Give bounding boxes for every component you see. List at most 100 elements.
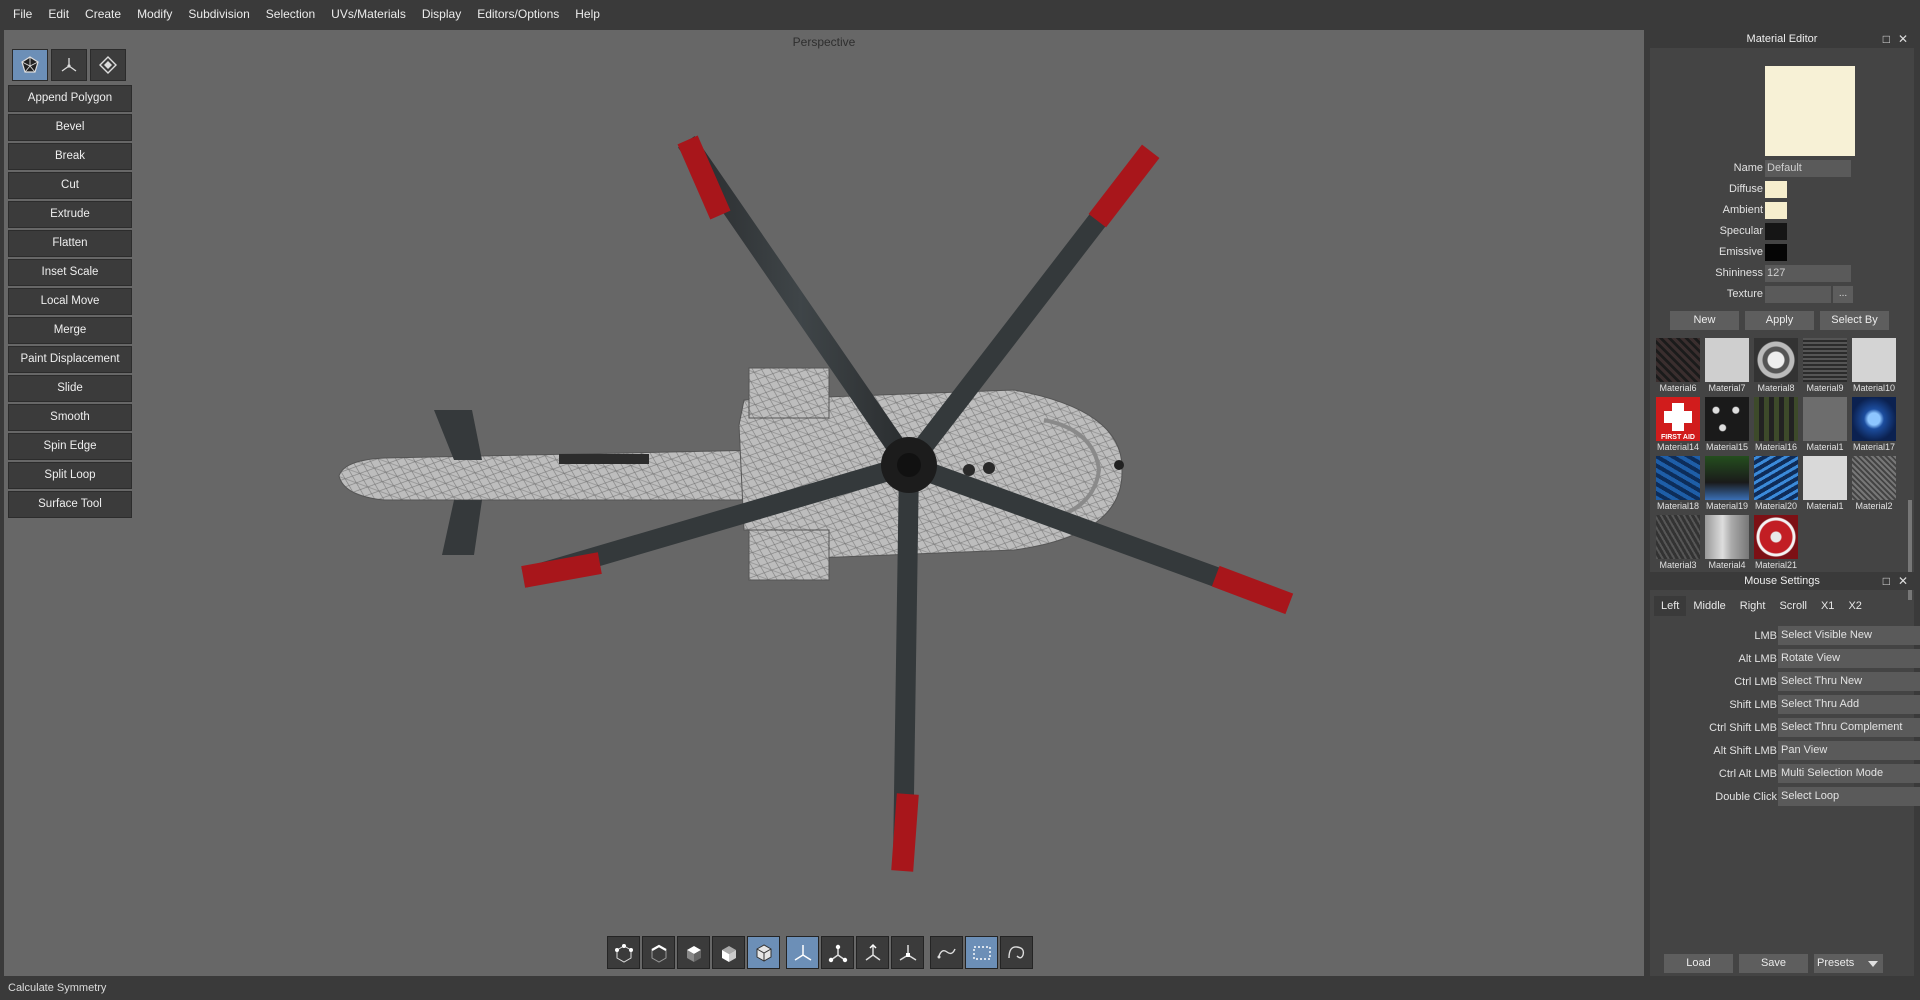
close-icon[interactable]: ✕ xyxy=(1898,572,1908,590)
flatten-button[interactable]: Flatten xyxy=(8,230,132,257)
material-name: Material14 xyxy=(1656,442,1700,452)
mouse-setting-select[interactable]: Pan View xyxy=(1778,741,1920,760)
menu-display[interactable]: Display xyxy=(414,0,469,28)
maximize-icon[interactable]: □ xyxy=(1883,572,1890,590)
local-move-button[interactable]: Local Move xyxy=(8,288,132,315)
menu-modify[interactable]: Modify xyxy=(129,0,180,28)
rotate-axis-icon xyxy=(828,944,847,962)
texture-field[interactable] xyxy=(1765,286,1831,303)
transform-translate-button[interactable] xyxy=(786,936,819,969)
maximize-icon[interactable]: □ xyxy=(1883,30,1890,48)
emissive-color-swatch[interactable] xyxy=(1765,244,1787,261)
material-editor-header: Material Editor □ ✕ xyxy=(1650,30,1914,48)
save-button[interactable]: Save xyxy=(1739,954,1808,973)
smooth-button[interactable]: Smooth xyxy=(8,404,132,431)
transform-rotate-button[interactable] xyxy=(821,936,854,969)
paint-displacement-button[interactable]: Paint Displacement xyxy=(8,346,132,373)
spin-edge-button[interactable]: Spin Edge xyxy=(8,433,132,460)
tab-middle[interactable]: Middle xyxy=(1686,596,1732,616)
material-thumb[interactable]: Material3 xyxy=(1654,515,1702,572)
menu-uvs-materials[interactable]: UVs/Materials xyxy=(323,0,414,28)
perspective-viewport[interactable]: Perspective Append Polygon Bevel Break C… xyxy=(4,30,1644,976)
material-thumb[interactable]: Material7 xyxy=(1703,338,1751,395)
cut-button[interactable]: Cut xyxy=(8,172,132,199)
material-thumb[interactable]: Material20 xyxy=(1752,456,1800,513)
tab-x1[interactable]: X1 xyxy=(1814,596,1841,616)
name-field[interactable]: Default xyxy=(1765,160,1851,177)
uv-mode-button[interactable] xyxy=(90,49,126,81)
select-by-material-button[interactable]: Select By xyxy=(1820,311,1889,330)
mouse-setting-select[interactable]: Select Visible New xyxy=(1778,626,1920,645)
select-face-button[interactable] xyxy=(677,936,710,969)
paint-select-button[interactable] xyxy=(1000,936,1033,969)
mouse-setting-select[interactable]: Select Thru New xyxy=(1778,672,1920,691)
lasso-select-button[interactable] xyxy=(930,936,963,969)
object-mode-button[interactable] xyxy=(12,49,48,81)
select-edge-button[interactable] xyxy=(642,936,675,969)
menu-subdivision[interactable]: Subdivision xyxy=(180,0,257,28)
shininess-field[interactable]: 127 xyxy=(1765,265,1851,282)
mouse-setting-row: Ctrl Alt LMB Multi Selection Mode xyxy=(1650,764,1920,784)
material-thumb[interactable]: Material4 xyxy=(1703,515,1751,572)
material-thumb[interactable]: Material1 xyxy=(1801,456,1849,513)
new-material-button[interactable]: New xyxy=(1670,311,1739,330)
material-thumb[interactable]: Material17 xyxy=(1850,397,1898,454)
material-thumb[interactable]: Material18 xyxy=(1654,456,1702,513)
material-thumb[interactable]: Material8 xyxy=(1752,338,1800,395)
tab-x2[interactable]: X2 xyxy=(1841,596,1868,616)
append-polygon-button[interactable]: Append Polygon xyxy=(8,85,132,112)
mouse-setting-select[interactable]: Rotate View xyxy=(1778,649,1920,668)
mouse-setting-label: Alt Shift LMB xyxy=(1713,745,1777,757)
edge-select-icon xyxy=(650,944,667,963)
split-loop-button[interactable]: Split Loop xyxy=(8,462,132,489)
surface-tool-button[interactable]: Surface Tool xyxy=(8,491,132,518)
material-thumb[interactable]: Material21 xyxy=(1752,515,1800,572)
extrude-button[interactable]: Extrude xyxy=(8,201,132,228)
tab-left[interactable]: Left xyxy=(1654,596,1687,616)
select-object-button[interactable] xyxy=(712,936,745,969)
mouse-setting-select[interactable]: Select Thru Add xyxy=(1778,695,1920,714)
material-thumb[interactable]: Material2 xyxy=(1850,456,1898,513)
vertex-mode-button[interactable] xyxy=(51,49,87,81)
menu-help[interactable]: Help xyxy=(567,0,608,28)
material-thumb[interactable]: FIRST AID Material14 xyxy=(1654,397,1702,454)
presets-dropdown[interactable]: Presets xyxy=(1814,954,1883,973)
specular-color-swatch[interactable] xyxy=(1765,223,1787,240)
material-thumb[interactable]: Material19 xyxy=(1703,456,1751,513)
transform-scale-button[interactable] xyxy=(856,936,889,969)
material-thumb[interactable]: Material9 xyxy=(1801,338,1849,395)
select-vertex-button[interactable] xyxy=(607,936,640,969)
load-button[interactable]: Load xyxy=(1664,954,1733,973)
mouse-setting-select[interactable]: Multi Selection Mode xyxy=(1778,764,1920,783)
break-button[interactable]: Break xyxy=(8,143,132,170)
select-solid-button[interactable] xyxy=(747,936,780,969)
diffuse-color-swatch[interactable] xyxy=(1765,181,1787,198)
inset-scale-button[interactable]: Inset Scale xyxy=(8,259,132,286)
tab-right[interactable]: Right xyxy=(1733,596,1773,616)
texture-browse-button[interactable]: ... xyxy=(1833,286,1853,303)
material-thumb[interactable]: Material6 xyxy=(1654,338,1702,395)
material-thumb[interactable]: Material1 xyxy=(1801,397,1849,454)
mouse-setting-select[interactable]: Select Loop xyxy=(1778,787,1920,806)
mouse-setting-select[interactable]: Select Thru Complement xyxy=(1778,718,1920,737)
merge-button[interactable]: Merge xyxy=(8,317,132,344)
close-icon[interactable]: ✕ xyxy=(1898,30,1908,48)
rect-select-button[interactable] xyxy=(965,936,998,969)
material-thumb[interactable]: Material10 xyxy=(1850,338,1898,395)
menu-selection[interactable]: Selection xyxy=(258,0,323,28)
ambient-color-swatch[interactable] xyxy=(1765,202,1787,219)
material-thumb[interactable]: Material15 xyxy=(1703,397,1751,454)
material-preview-swatch xyxy=(1765,66,1855,156)
material-preview xyxy=(1705,397,1749,441)
apply-material-button[interactable]: Apply xyxy=(1745,311,1814,330)
menu-file[interactable]: File xyxy=(0,0,40,28)
tab-scroll[interactable]: Scroll xyxy=(1772,596,1814,616)
material-thumb[interactable]: Material16 xyxy=(1752,397,1800,454)
menu-create[interactable]: Create xyxy=(77,0,129,28)
menu-editors-options[interactable]: Editors/Options xyxy=(469,0,567,28)
transform-local-button[interactable] xyxy=(891,936,924,969)
material-buttons: New Apply Select By xyxy=(1670,311,1889,330)
bevel-button[interactable]: Bevel xyxy=(8,114,132,141)
slide-button[interactable]: Slide xyxy=(8,375,132,402)
menu-edit[interactable]: Edit xyxy=(40,0,77,28)
